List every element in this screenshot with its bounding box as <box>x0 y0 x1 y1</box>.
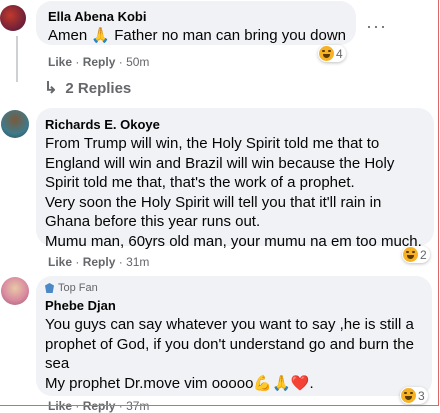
comment-line: You guys can say whatever you want to sa… <box>45 316 414 333</box>
avatar[interactable] <box>1 277 29 305</box>
comment-text: You guys can say whatever you want to sa… <box>45 315 414 393</box>
comment-line: sea <box>45 355 70 372</box>
reply-link[interactable]: Reply <box>83 55 116 69</box>
comment-text: Amen 🙏 Father no man can bring you down <box>48 27 347 44</box>
reaction-summary[interactable]: 4 <box>318 45 346 62</box>
comment-line: Spirit told me that, that's the work of … <box>45 174 355 191</box>
reply-arrow-icon: ↳ <box>44 80 58 97</box>
reply-link[interactable]: Reply <box>83 255 116 269</box>
comment-actions: Like · Reply · 31m <box>48 255 149 269</box>
separator: · <box>118 55 123 69</box>
separator: · <box>75 399 80 413</box>
comment-author[interactable]: Ella Abena Kobi <box>48 9 146 24</box>
like-link[interactable]: Like <box>48 55 72 69</box>
comment-line: Ghana before this year runs out. <box>45 213 261 230</box>
reaction-count: 4 <box>336 46 343 61</box>
more-options-icon[interactable]: ··· <box>366 16 387 37</box>
separator: · <box>118 399 123 413</box>
top-fan-badge: Top Fan <box>45 282 98 294</box>
comment-line: My prophet Dr.move vim ooooo💪🙏❤️. <box>45 374 314 392</box>
comment-line: Very soon the Holy Spirit will tell you … <box>45 193 382 211</box>
separator: · <box>75 55 80 69</box>
comment-author[interactable]: Richards E. Okoye <box>45 117 160 132</box>
reaction-count: 2 <box>420 247 427 262</box>
comment-bubble: Top Fan Phebe Djan You guys can say what… <box>36 276 432 396</box>
comment-timestamp[interactable]: 50m <box>126 55 149 69</box>
comment-line: Mumu man, 60yrs old man, your mumu na em… <box>45 232 422 250</box>
comment-text: From Trump will win, the Holy Spirit tol… <box>45 134 422 251</box>
comment-line: From Trump will win, the Holy Spirit tol… <box>45 135 380 152</box>
top-fan-icon <box>45 283 54 293</box>
comment-line: England will win and Brazil will win bec… <box>45 154 395 172</box>
comment-line: prophet of God, if you don't understand … <box>45 335 414 353</box>
haha-emoji-icon <box>319 46 334 61</box>
comment-timestamp[interactable]: 31m <box>126 255 149 269</box>
badge-label: Top Fan <box>58 282 98 294</box>
reaction-summary[interactable]: 2 <box>402 246 430 263</box>
comment-bubble: Richards E. Okoye From Trump will win, t… <box>36 108 434 250</box>
avatar[interactable] <box>0 5 26 31</box>
comment-author[interactable]: Phebe Djan <box>45 298 116 313</box>
like-link[interactable]: Like <box>48 255 72 269</box>
comment-timestamp[interactable]: 37m <box>126 399 149 413</box>
view-replies-button[interactable]: ↳ 2 Replies <box>44 78 131 98</box>
avatar[interactable] <box>1 110 29 138</box>
comment-actions: Like · Reply · 50m <box>48 55 149 69</box>
haha-emoji-icon <box>401 388 416 403</box>
replies-label: 2 Replies <box>65 79 132 97</box>
comment-actions: Like · Reply · 37m <box>48 399 149 413</box>
like-link[interactable]: Like <box>48 399 72 413</box>
haha-emoji-icon <box>403 247 418 262</box>
reaction-count: 3 <box>418 388 425 403</box>
reaction-summary[interactable]: 3 <box>400 387 428 404</box>
separator: · <box>75 255 80 269</box>
separator: · <box>118 255 123 269</box>
comment-bubble: Ella Abena Kobi Amen 🙏 Father no man can… <box>36 1 356 45</box>
reply-thread-line <box>16 36 18 82</box>
reply-link[interactable]: Reply <box>83 399 116 413</box>
